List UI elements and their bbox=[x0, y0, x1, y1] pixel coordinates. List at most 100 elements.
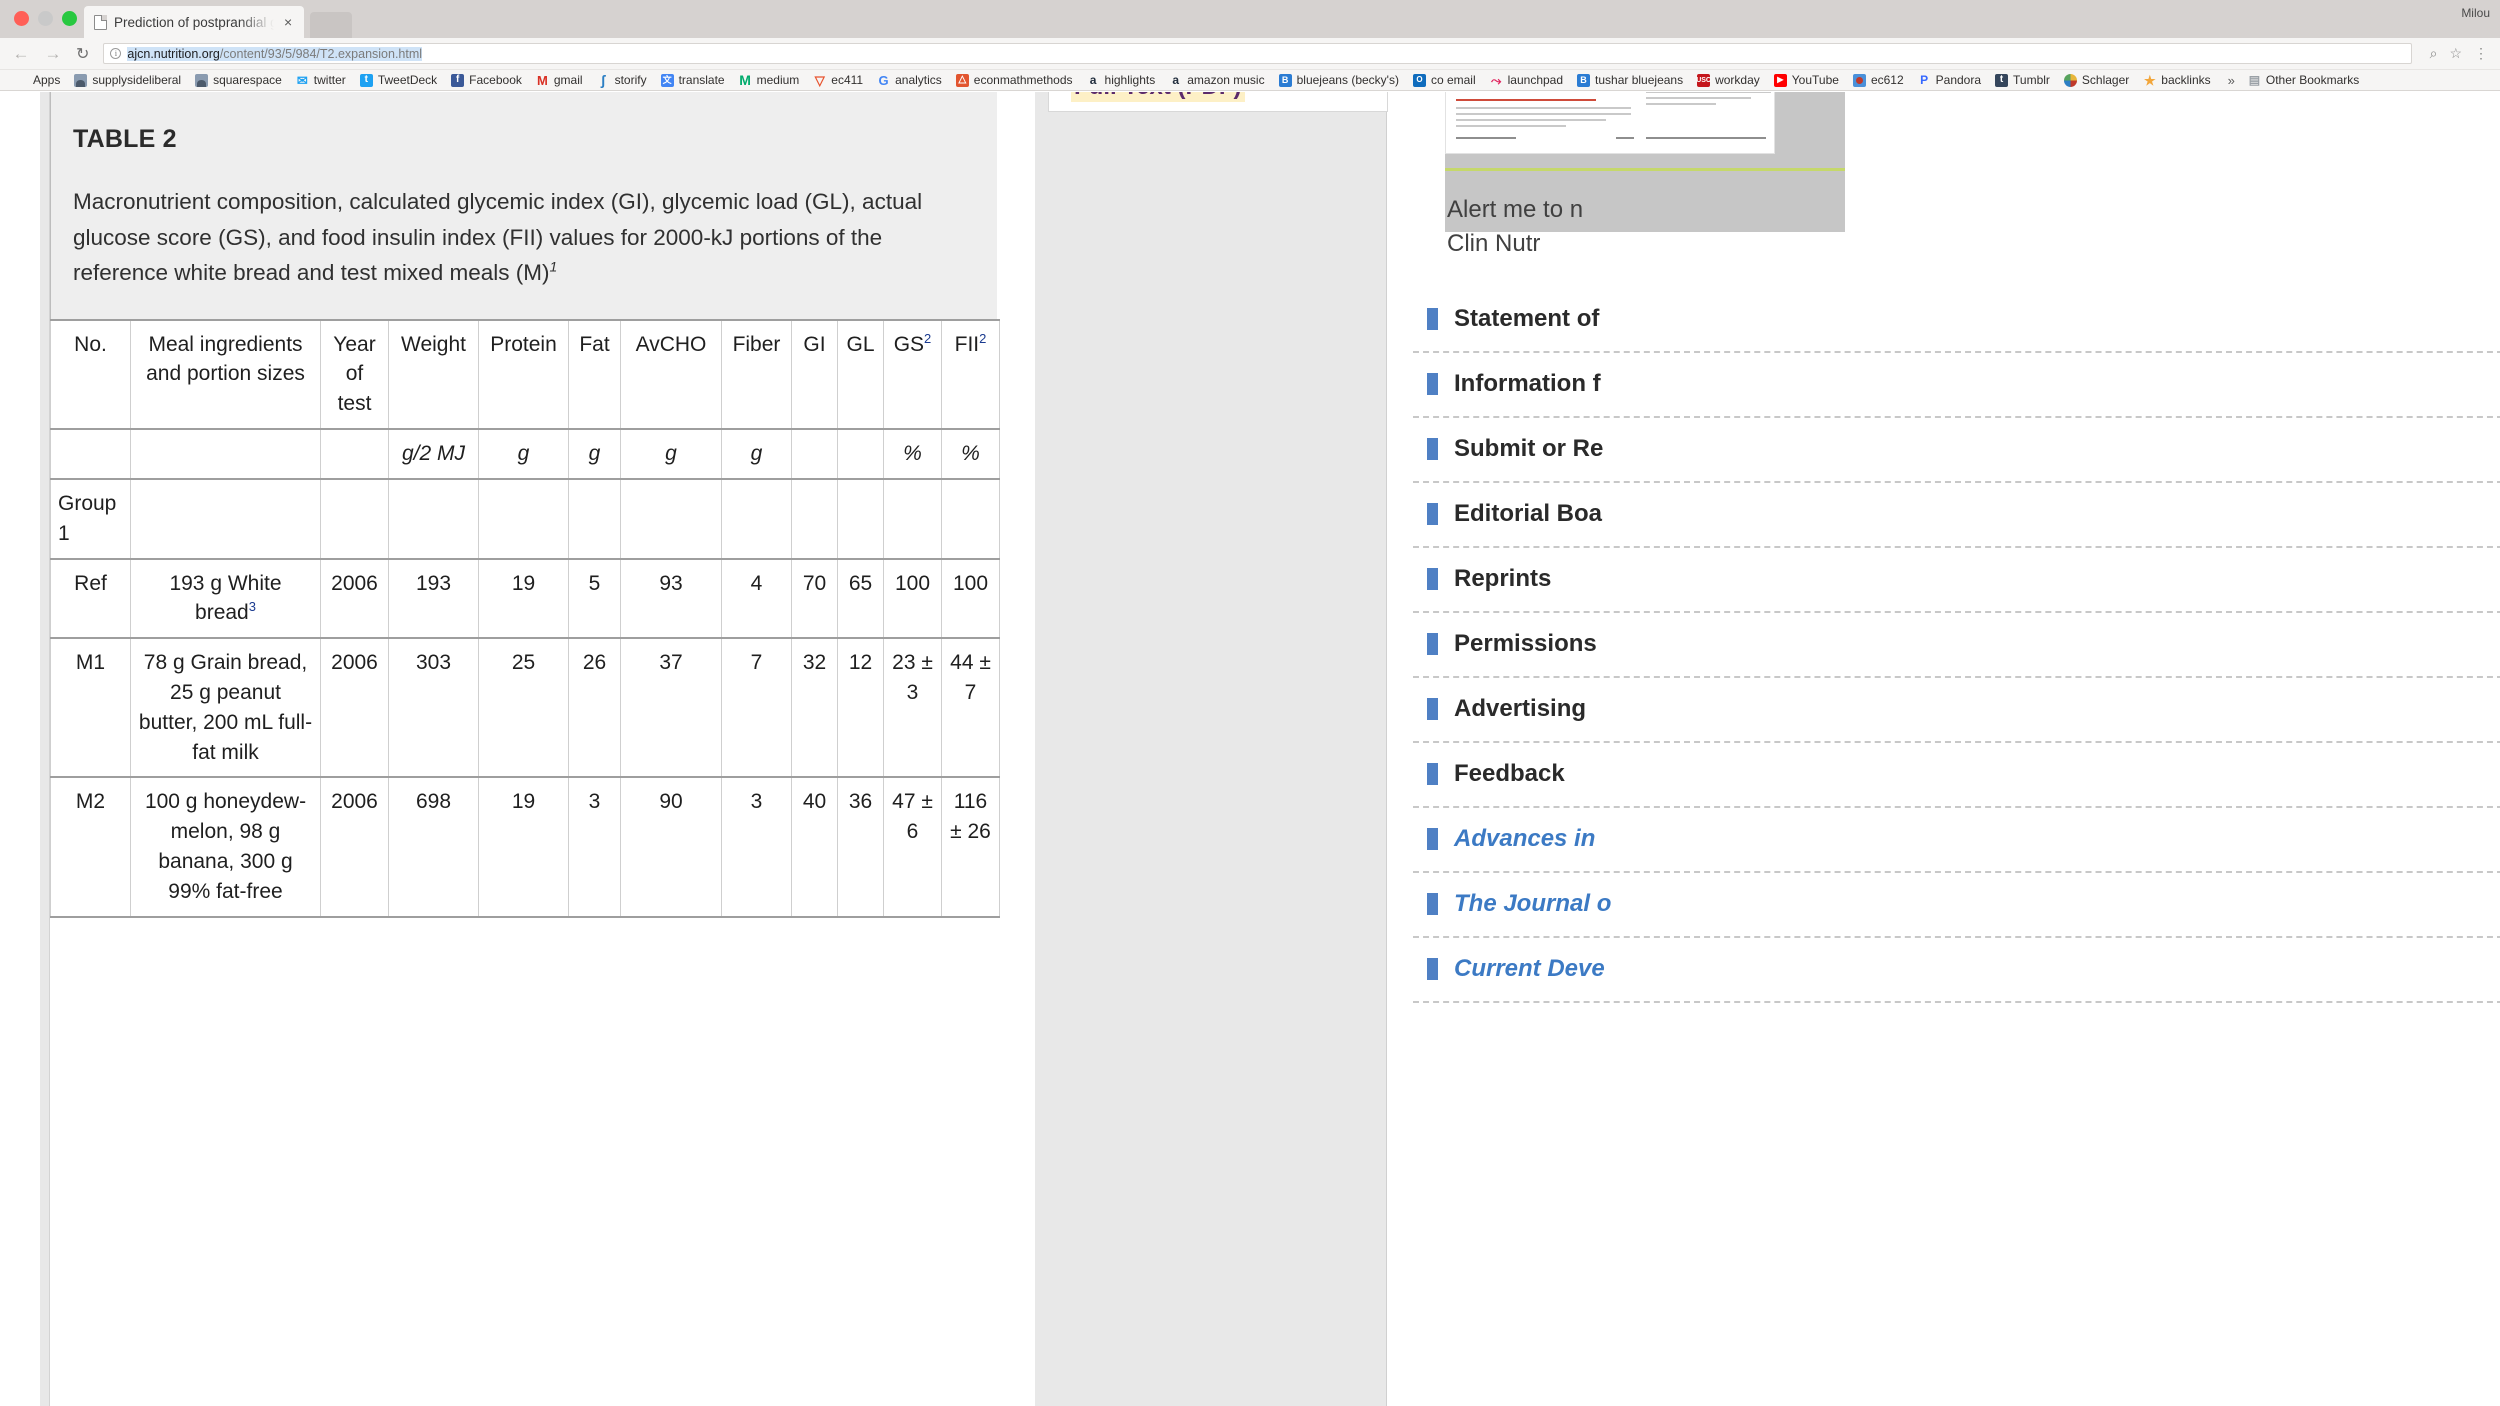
sidebar-item-permissions[interactable]: Permissions bbox=[1413, 613, 2500, 678]
cell-value: 32 bbox=[802, 651, 827, 675]
back-icon[interactable]: ← bbox=[12, 45, 30, 62]
bullet-square-icon bbox=[1427, 763, 1438, 785]
sidebar-item-statement-of[interactable]: Statement of bbox=[1413, 288, 2500, 353]
avatar-icon bbox=[195, 73, 209, 87]
table-header-row: No. Meal ingredients and portion sizes Yea… bbox=[50, 318, 1000, 431]
facebook-icon: f bbox=[451, 73, 465, 87]
table-cell bbox=[721, 477, 792, 560]
forward-icon[interactable]: → bbox=[44, 45, 62, 62]
toolbar-actions: ⌕ ☆ ⋮ bbox=[2430, 45, 2488, 62]
full-text-pdf-callout[interactable]: Full Text (PDF) bbox=[1048, 92, 1388, 112]
sidebar-item-reprints[interactable]: Reprints bbox=[1413, 548, 2500, 613]
bookmark-backlinks[interactable]: ★ backlinks bbox=[2136, 73, 2217, 87]
column-header-label: Year of test bbox=[333, 332, 376, 416]
bookmark-tushar-bluejeans[interactable]: Btushar bluejeans bbox=[1570, 73, 1690, 87]
bookmark-twitter[interactable]: ✉ twitter bbox=[289, 73, 353, 87]
bullet-square-icon bbox=[1427, 893, 1438, 915]
bookmark-pandora[interactable]: P Pandora bbox=[1911, 73, 1988, 87]
sidebar-item-editorial-boa[interactable]: Editorial Boa bbox=[1413, 483, 2500, 548]
sidebar-item-feedback[interactable]: Feedback bbox=[1413, 743, 2500, 808]
zoom-icon[interactable]: ⌕ bbox=[2430, 45, 2438, 62]
bookmark-gmail[interactable]: Mgmail bbox=[529, 73, 590, 87]
sidebar-item-submit-or-re[interactable]: Submit or Re bbox=[1413, 418, 2500, 483]
column-header-gi: GI bbox=[791, 318, 838, 431]
browser-menu-icon[interactable]: ⋮ bbox=[2474, 45, 2488, 62]
site-info-icon[interactable]: i bbox=[110, 48, 122, 59]
table-head: No. Meal ingredients and portion sizes Yea… bbox=[50, 318, 1000, 480]
column-header-label: AvCHO bbox=[635, 332, 707, 356]
close-window-button[interactable] bbox=[14, 11, 29, 26]
table-cell: 3 bbox=[568, 776, 621, 918]
sidebar-item-label: Current Deve bbox=[1454, 955, 1605, 982]
bookmark-label: tushar bluejeans bbox=[1595, 73, 1684, 87]
bookmarks-overflow-chevron[interactable]: » bbox=[2222, 73, 2241, 88]
table-cell: 90 bbox=[620, 776, 722, 918]
bookmark-label: squarespace bbox=[213, 73, 282, 87]
sidebar-item-advances-in[interactable]: Advances in bbox=[1413, 808, 2500, 873]
bookmark-medium[interactable]: Mmedium bbox=[732, 73, 807, 87]
cell-value: Group 1 bbox=[58, 491, 117, 545]
bookmark-bluejeans-becky-s[interactable]: Bbluejeans (becky's) bbox=[1272, 73, 1406, 87]
new-tab-button[interactable] bbox=[310, 12, 352, 38]
bookmark-label: backlinks bbox=[2161, 73, 2211, 87]
sidebar-item-current-deve[interactable]: Current Deve bbox=[1413, 938, 2500, 1003]
sidebar-item-advertising[interactable]: Advertising bbox=[1413, 678, 2500, 743]
bookmark-analytics[interactable]: Ganalytics bbox=[870, 73, 949, 87]
bookmark-translate[interactable]: 文 translate bbox=[654, 73, 732, 87]
window-controls[interactable] bbox=[14, 11, 77, 26]
bookmark-launchpad[interactable]: ⤳ launchpad bbox=[1483, 73, 1570, 87]
full-text-pdf-link[interactable]: Full Text (PDF) bbox=[1071, 92, 1245, 102]
medium-icon: M bbox=[739, 72, 751, 88]
column-header-fat: Fat bbox=[568, 318, 621, 431]
bookmark-tweetdeck[interactable]: t TweetDeck bbox=[353, 73, 444, 87]
table-row: M1 78 g Grain bread, 25 g peanut butter, … bbox=[50, 637, 1000, 779]
footnote-marker[interactable]: 3 bbox=[249, 599, 256, 614]
issue-cover-thumbnail[interactable] bbox=[1445, 92, 1775, 154]
maximize-window-button[interactable] bbox=[62, 11, 77, 26]
bookmark-storify[interactable]: ʃ storify bbox=[590, 73, 654, 87]
column-header-gl: GL bbox=[837, 318, 884, 431]
tab-strip: Prediction of postprandial glyc × Milou bbox=[0, 0, 2500, 38]
bluejeans-icon: B bbox=[1577, 73, 1591, 87]
bookmark-tumblr[interactable]: t Tumblr bbox=[1988, 73, 2057, 87]
table-cell bbox=[478, 477, 569, 560]
footnote-marker[interactable]: 2 bbox=[924, 331, 931, 346]
bookmark-co-email[interactable]: Oco email bbox=[1406, 73, 1483, 87]
bookmark-workday[interactable]: USC workday bbox=[1690, 73, 1767, 87]
minimize-window-button[interactable] bbox=[38, 11, 53, 26]
bookmark-label: Apps bbox=[33, 73, 61, 87]
bookmark-squarespace[interactable]: squarespace bbox=[188, 73, 289, 87]
bookmark-label: Facebook bbox=[469, 73, 522, 87]
sidebar-item-information-f[interactable]: Information f bbox=[1413, 353, 2500, 418]
data-table: No. Meal ingredients and portion sizes Yea… bbox=[50, 318, 1000, 918]
cell-value: 44 ± 7 bbox=[950, 651, 991, 704]
bookmark-apps[interactable]: Apps bbox=[8, 73, 67, 87]
bookmark-schlager[interactable]: Schlager bbox=[2057, 73, 2136, 87]
bookmark-other-bookmarks[interactable]: ▤ Other Bookmarks bbox=[2241, 73, 2366, 87]
bookmark-star-icon[interactable]: ☆ bbox=[2449, 45, 2462, 62]
bookmark-amazon-music[interactable]: a amazon music bbox=[1162, 73, 1271, 87]
sidebar-item-label: Permissions bbox=[1454, 630, 1597, 657]
reload-icon[interactable]: ↻ bbox=[76, 44, 89, 64]
bullet-square-icon bbox=[1427, 308, 1438, 330]
sidebar-item-the-journal-o[interactable]: The Journal o bbox=[1413, 873, 2500, 938]
bookmark-econmathmethods[interactable]: △ econmathmethods bbox=[949, 73, 1080, 87]
bookmark-supplysideliberal[interactable]: supplysideliberal bbox=[67, 73, 188, 87]
column-header-label: GL bbox=[846, 332, 875, 356]
bookmark-label: econmathmethods bbox=[973, 73, 1073, 87]
bookmark-facebook[interactable]: f Facebook bbox=[444, 73, 529, 87]
bookmark-ec411[interactable]: ▽ ec411 bbox=[806, 73, 870, 87]
bookmark-youtube[interactable]: ▶ YouTube bbox=[1767, 73, 1846, 87]
column-header-year-of-test: Year of test bbox=[320, 318, 389, 431]
table-cell: 698 bbox=[388, 776, 479, 918]
cell-value: 7 bbox=[750, 651, 763, 675]
bookmark-ec612[interactable]: ec612 bbox=[1846, 73, 1911, 87]
browser-tab[interactable]: Prediction of postprandial glyc × bbox=[84, 6, 304, 38]
bookmark-highlights[interactable]: a highlights bbox=[1080, 73, 1163, 87]
units-cell: g/2 MJ bbox=[388, 428, 479, 480]
close-icon[interactable]: × bbox=[281, 13, 295, 31]
bookmark-label: launchpad bbox=[1507, 73, 1564, 87]
address-bar[interactable]: i ajcn.nutrition.org/content/93/5/984/T2… bbox=[103, 43, 2412, 64]
footnote-marker[interactable]: 2 bbox=[979, 331, 986, 346]
bluejeans-icon: B bbox=[1278, 73, 1292, 87]
